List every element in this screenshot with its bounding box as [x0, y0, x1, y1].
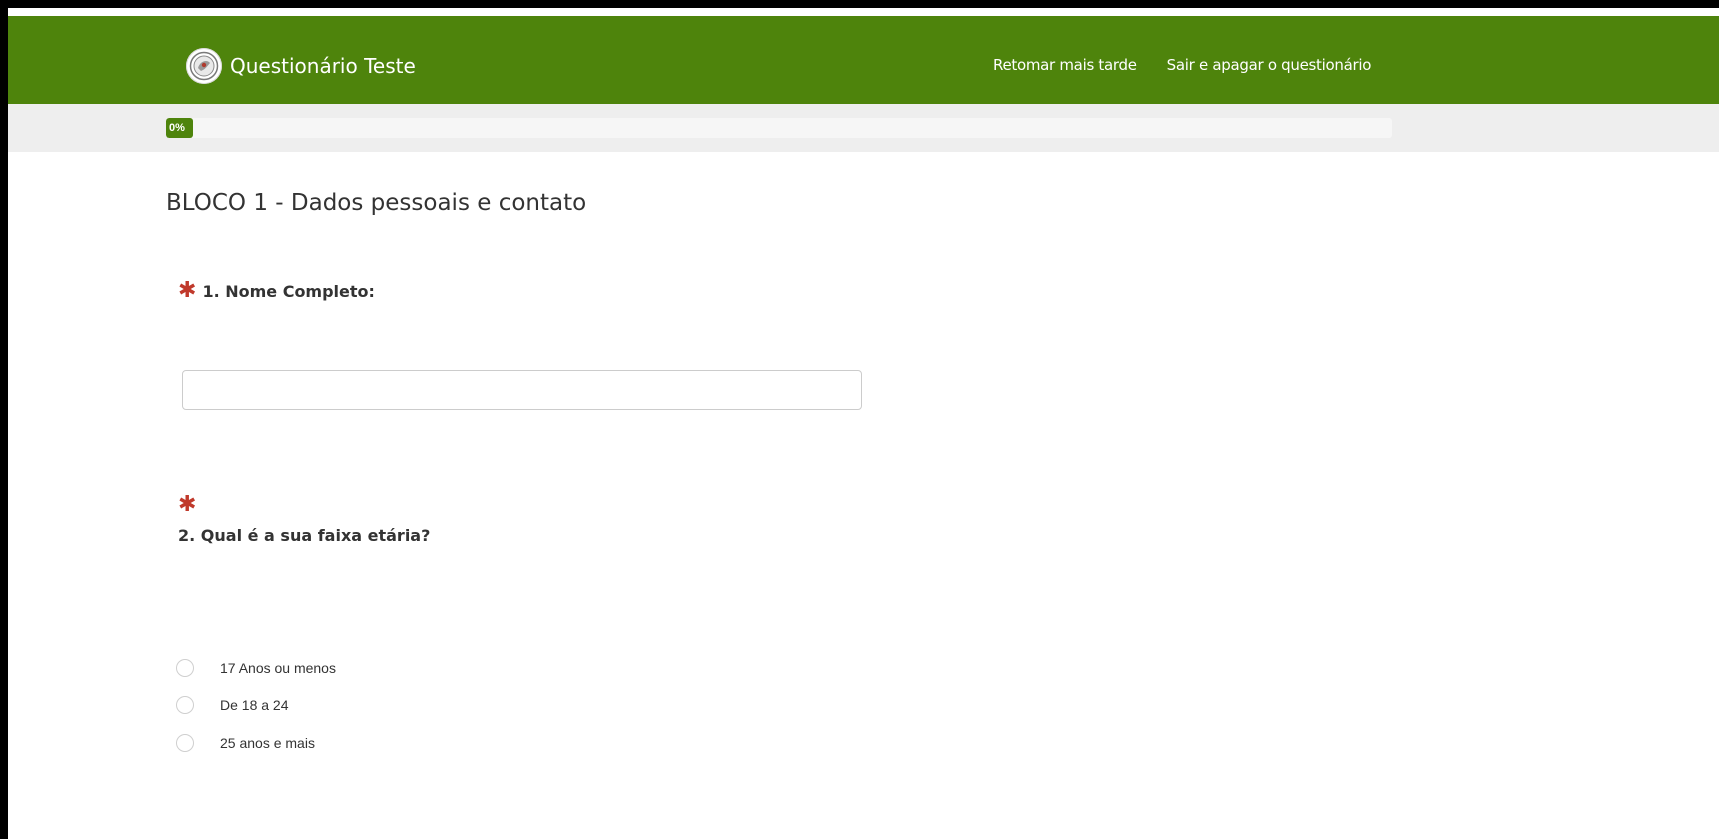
exit-and-clear-link[interactable]: Sair e apagar o questionário	[1167, 56, 1372, 74]
option-label: De 18 a 24	[220, 697, 289, 713]
progress-bar: 0%	[166, 118, 1392, 138]
age-option-3[interactable]: 25 anos e mais	[176, 734, 315, 752]
required-asterisk-icon: ✱	[178, 278, 197, 303]
age-option-2[interactable]: De 18 a 24	[176, 696, 289, 714]
age-option-1[interactable]: 17 Anos ou menos	[176, 659, 336, 677]
survey-page: Questionário Teste Retomar mais tarde Sa…	[8, 8, 1719, 839]
option-label: 17 Anos ou menos	[220, 660, 336, 676]
progress-band: 0%	[8, 104, 1719, 152]
question-1-heading: ✱ 1. Nome Completo:	[178, 280, 375, 302]
section-title: BLOCO 1 - Dados pessoais e contato	[166, 190, 587, 216]
required-asterisk-icon: ✱	[178, 492, 197, 517]
question-1-label: 1. Nome Completo:	[202, 281, 375, 301]
full-name-input[interactable]	[182, 370, 862, 410]
option-label: 25 anos e mais	[220, 735, 315, 751]
radio-button[interactable]	[176, 659, 194, 677]
progress-fill: 0%	[166, 118, 193, 138]
brand[interactable]: Questionário Teste	[186, 48, 416, 84]
app-title: Questionário Teste	[230, 54, 416, 78]
institution-seal-icon	[186, 48, 222, 84]
radio-button[interactable]	[176, 696, 194, 714]
top-navbar: Questionário Teste Retomar mais tarde Sa…	[8, 16, 1719, 104]
progress-label: 0%	[169, 122, 185, 134]
header-links: Retomar mais tarde Sair e apagar o quest…	[993, 56, 1371, 74]
question-2-label: 2. Qual é a sua faixa etária?	[178, 526, 431, 545]
radio-button[interactable]	[176, 734, 194, 752]
resume-later-link[interactable]: Retomar mais tarde	[993, 56, 1137, 74]
